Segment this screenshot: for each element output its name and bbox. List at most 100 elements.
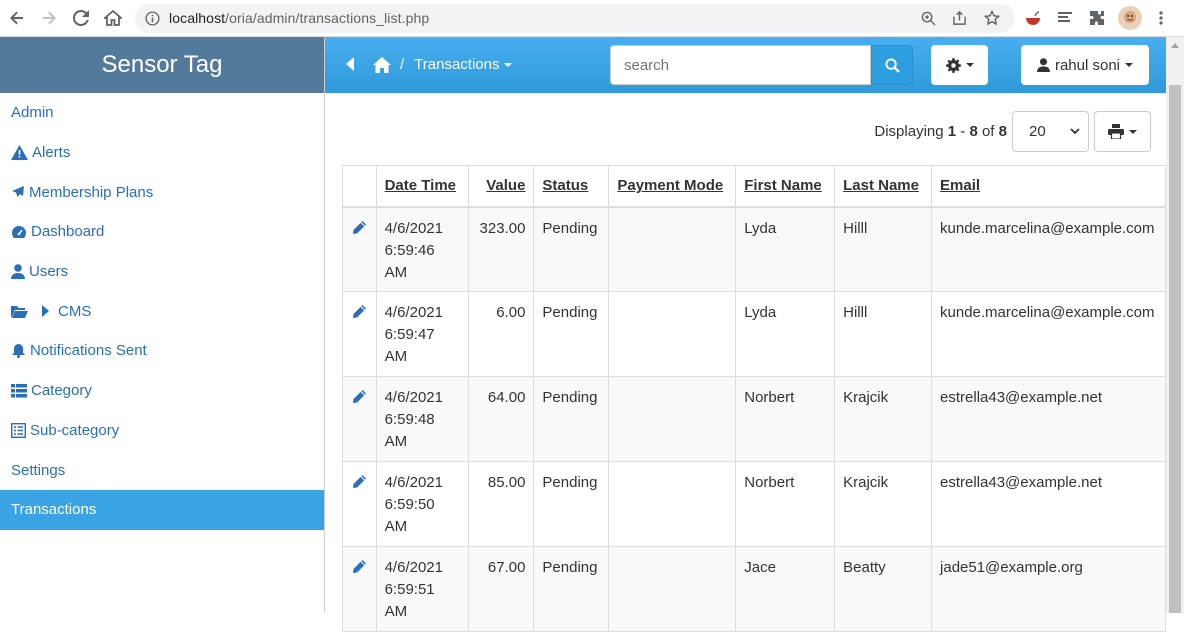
search-input[interactable] [610, 45, 871, 85]
sidebar-item-settings[interactable]: Settings [0, 450, 324, 490]
search-button[interactable] [871, 45, 913, 85]
warning-icon [11, 145, 28, 161]
home-icon[interactable] [373, 56, 391, 73]
sidebar-toggle-icon[interactable] [345, 57, 355, 76]
caret-right-icon [42, 305, 49, 318]
column-header-first-name[interactable]: First Name [735, 165, 836, 208]
cell-value: 6.00 [467, 291, 535, 377]
sidebar-item-label: CMS [58, 302, 92, 320]
breadcrumb-transactions-dropdown[interactable]: Transactions [414, 56, 513, 73]
breadcrumb: / Transactions [373, 56, 513, 73]
dashboard-icon [12, 225, 26, 238]
home-icon[interactable] [101, 6, 125, 30]
reload-icon[interactable] [69, 6, 93, 30]
sidebar-item-label: Notifications Sent [30, 342, 147, 360]
pagination-info: Displaying 1 - 8 of 8 20 [874, 111, 1151, 152]
column-header-email[interactable]: Email [931, 165, 1166, 208]
cell-last-name: Krajcik [834, 461, 933, 547]
cell-first-name: Lyda [735, 206, 836, 292]
edit-cell [342, 291, 377, 377]
pencil-icon[interactable] [351, 220, 367, 236]
print-dropdown-button[interactable] [1094, 111, 1151, 152]
sidebar-item-label: Transactions [11, 501, 97, 519]
table-row: 4/6/2021 6:59:46 AM 323.00 Pending Lyda Hi… [342, 206, 1166, 292]
cell-email: estrella43@example.net [931, 376, 1166, 462]
cell-value: 64.00 [467, 376, 535, 462]
cell-last-name: Beatty [834, 546, 933, 632]
browser-toolbar: localhost/oria/admin/transactions_list.p… [0, 0, 1184, 37]
sidebar-item-label: Users [29, 263, 69, 281]
column-header-status[interactable]: Status [533, 165, 610, 208]
column-header-actions [342, 165, 377, 208]
cell-status: Pending [533, 461, 610, 547]
sidebar-item-label: Dashboard [31, 223, 105, 241]
share-icon[interactable] [952, 11, 967, 26]
transactions-table: Date Time Value Status Payment Mode Firs… [342, 165, 1166, 632]
bookmark-star-icon[interactable] [984, 10, 1000, 26]
pencil-icon[interactable] [351, 559, 367, 575]
column-header-last-name[interactable]: Last Name [834, 165, 933, 208]
info-icon[interactable] [145, 11, 160, 26]
cell-value: 323.00 [467, 206, 535, 292]
settings-dropdown-button[interactable] [931, 45, 988, 85]
sidebar-item-label: Category [31, 382, 92, 400]
pencil-icon[interactable] [351, 304, 367, 320]
column-header-payment-mode[interactable]: Payment Mode [608, 165, 737, 208]
user-icon [11, 264, 25, 280]
chevron-down-icon [1070, 128, 1080, 135]
sidebar-item-users[interactable]: Users [0, 252, 324, 292]
sidebar-item-category[interactable]: Category [0, 371, 324, 411]
sidebar-item-label: Settings [11, 461, 66, 479]
cell-last-name: Hilll [834, 291, 933, 377]
pencil-icon[interactable] [351, 389, 367, 405]
user-name: rahul soni [1054, 56, 1121, 74]
sidebar-item-alerts[interactable]: Alerts [0, 133, 324, 173]
search-icon [884, 57, 900, 73]
column-header-value[interactable]: Value [467, 165, 535, 208]
sidebar-item-label: Sub-category [30, 421, 120, 439]
cell-status: Pending [533, 376, 610, 462]
address-bar[interactable]: localhost/oria/admin/transactions_list.p… [135, 4, 1015, 33]
cell-value: 67.00 [467, 546, 535, 632]
edit-cell [342, 206, 377, 292]
cell-email: kunde.marcelina@example.com [931, 291, 1166, 377]
gear-icon [945, 57, 961, 73]
column-header-date-time[interactable]: Date Time [375, 165, 469, 208]
cell-email: estrella43@example.net [931, 461, 1166, 547]
cell-date-time: 4/6/2021 6:59:46 AM [375, 206, 469, 292]
sidebar-item-notifications-sent[interactable]: Notifications Sent [0, 331, 324, 371]
browser-menu-icon[interactable] [1150, 7, 1172, 29]
puzzle-icon[interactable] [1086, 7, 1108, 29]
reading-list-icon[interactable] [1054, 7, 1076, 29]
bell-icon [12, 344, 25, 359]
pencil-icon[interactable] [351, 474, 367, 490]
per-page-select[interactable]: 20 [1012, 111, 1089, 152]
cell-last-name: Hilll [834, 206, 933, 292]
page-scrollbar[interactable] [1166, 37, 1184, 613]
sidebar-item-transactions[interactable]: Transactions [0, 489, 324, 530]
forward-icon[interactable] [37, 6, 61, 30]
top-navbar: / Transactions rahul soni [325, 37, 1166, 93]
cell-payment-mode [608, 461, 737, 547]
sidebar-item-membership-plans[interactable]: Membership Plans [0, 172, 324, 212]
scrollbar-thumb[interactable] [1169, 85, 1181, 613]
extension-bowl-icon[interactable] [1022, 7, 1044, 29]
zoom-icon[interactable] [921, 11, 936, 26]
table-row: 4/6/2021 6:59:48 AM 64.00 Pending Norbert … [342, 376, 1166, 462]
user-menu-button[interactable]: rahul soni [1021, 45, 1149, 85]
back-icon[interactable] [5, 6, 29, 30]
sidebar-item-dashboard[interactable]: Dashboard [0, 212, 324, 252]
table-row: 4/6/2021 6:59:50 AM 85.00 Pending Norbert … [342, 461, 1166, 547]
brand-title: Sensor Tag [0, 37, 324, 93]
profile-avatar[interactable] [1118, 6, 1142, 30]
main-content: Displaying 1 - 8 of 8 20 Date Time Value… [325, 93, 1166, 632]
cell-date-time: 4/6/2021 6:59:50 AM [375, 461, 469, 547]
sidebar-item-cms[interactable]: CMS [0, 291, 324, 331]
cell-payment-mode [608, 546, 737, 632]
sidebar-item-sub-category[interactable]: Sub-category [0, 411, 324, 451]
cell-first-name: Lyda [735, 291, 836, 377]
scroll-up-arrow-icon[interactable] [1171, 43, 1179, 48]
folder-open-icon [11, 306, 28, 319]
cell-first-name: Norbert [735, 376, 836, 462]
sidebar-item-admin[interactable]: Admin [0, 93, 324, 133]
